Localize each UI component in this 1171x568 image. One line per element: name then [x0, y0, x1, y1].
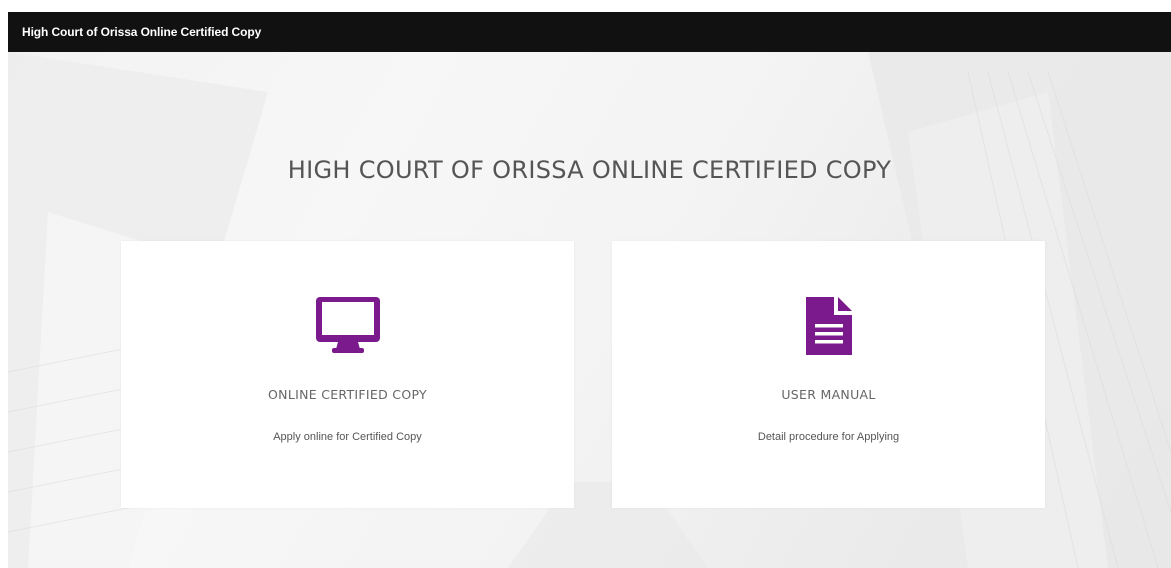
card-title: USER MANUAL [781, 387, 876, 402]
card-title: ONLINE CERTIFIED COPY [268, 387, 427, 402]
page-title: HIGH COURT OF ORISSA ONLINE CERTIFIED CO… [287, 156, 892, 184]
online-certified-copy-card[interactable]: ONLINE CERTIFIED COPY Apply online for C… [121, 241, 574, 508]
card-description: Apply online for Certified Copy [273, 431, 422, 443]
top-navbar: High Court of Orissa Online Certified Co… [8, 12, 1171, 52]
document-icon [805, 297, 852, 360]
card-description: Detail procedure for Applying [757, 431, 900, 443]
navbar-brand-link[interactable]: High Court of Orissa Online Certified Co… [22, 12, 261, 52]
user-manual-card[interactable]: USER MANUAL Detail procedure for Applyin… [612, 241, 1045, 508]
monitor-icon [315, 297, 380, 358]
page: High Court of Orissa Online Certified Co… [0, 0, 1171, 568]
